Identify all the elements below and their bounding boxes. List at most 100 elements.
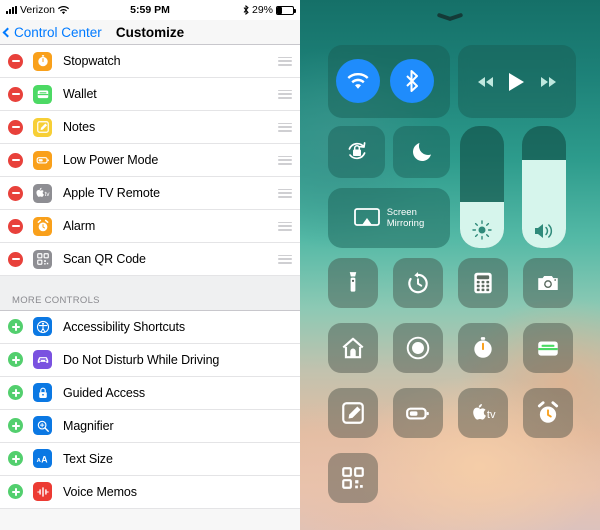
add-control-button[interactable] [8, 352, 23, 367]
rewind-icon[interactable] [477, 76, 494, 88]
control-center-tile-notes[interactable] [328, 388, 378, 438]
status-bar-left: Verizon [6, 4, 70, 16]
settings-pane: Verizon 5:59 PM 29% Control Center Custo… [0, 0, 300, 530]
reorder-handle[interactable] [278, 254, 292, 264]
chevron-left-icon [2, 27, 13, 37]
control-center-tile-screen-record[interactable] [393, 323, 443, 373]
list-item[interactable]: Do Not Disturb While Driving [0, 343, 300, 377]
remove-control-button[interactable] [8, 218, 23, 234]
screen-mirroring-label: Screen Mirroring [386, 207, 425, 229]
remove-control-button[interactable] [8, 86, 23, 102]
notes-icon [340, 400, 366, 426]
wifi-toggle[interactable] [336, 59, 380, 103]
remove-control-button[interactable] [8, 119, 23, 135]
play-icon[interactable] [508, 72, 525, 92]
bluetooth-toggle[interactable] [390, 59, 434, 103]
accessibility-icon [33, 317, 52, 336]
list-item[interactable]: Guided Access [0, 376, 300, 410]
low-power-mode-icon [33, 150, 52, 170]
remove-control-button[interactable] [8, 152, 23, 168]
alarm-icon [33, 216, 52, 236]
control-center-tile-wallet[interactable] [523, 323, 573, 373]
wifi-icon [58, 5, 70, 15]
back-button[interactable]: Control Center [0, 25, 102, 40]
remove-control-button[interactable] [8, 185, 23, 201]
fast-forward-icon[interactable] [540, 76, 557, 88]
list-item-label: Magnifier [63, 418, 114, 433]
control-center-tile-timer[interactable] [393, 258, 443, 308]
remove-control-button[interactable] [8, 251, 23, 267]
included-controls-list: Stopwatch Wallet Notes Low Power Mode tv Appl… [0, 45, 300, 276]
do-not-disturb-toggle[interactable] [393, 126, 450, 178]
home-icon [340, 335, 366, 361]
control-center-pane: Screen Mirroring tv [300, 0, 600, 530]
chevron-down-icon[interactable] [437, 14, 463, 24]
magnifier-icon [33, 416, 52, 435]
volume-icon [533, 222, 555, 240]
reorder-handle[interactable] [278, 56, 292, 66]
reorder-handle[interactable] [278, 89, 292, 99]
control-center-tile-home[interactable] [328, 323, 378, 373]
brightness-slider-fill [460, 201, 504, 248]
list-item-label: Stopwatch [63, 54, 121, 68]
list-item-label: Scan QR Code [63, 252, 146, 266]
reorder-handle[interactable] [278, 188, 292, 198]
list-item[interactable]: Voice Memos [0, 475, 300, 509]
flashlight-icon [340, 270, 366, 296]
screen-mirroring-icon [353, 207, 380, 229]
control-center-tile-apple-tv[interactable]: tv [458, 388, 508, 438]
connectivity-card [328, 45, 450, 118]
list-item[interactable]: Magnifier [0, 409, 300, 443]
brightness-icon [472, 220, 492, 240]
add-control-button[interactable] [8, 451, 23, 466]
add-control-button[interactable] [8, 385, 23, 400]
control-center-tile-camera[interactable] [523, 258, 573, 308]
add-control-button[interactable] [8, 484, 23, 499]
list-item-label: Alarm [63, 219, 96, 233]
screen-record-icon [405, 335, 431, 361]
reorder-handle[interactable] [278, 122, 292, 132]
stopwatch-icon [470, 335, 496, 361]
list-item-label: Voice Memos [63, 484, 137, 499]
control-center-tile-low-power-mode[interactable] [393, 388, 443, 438]
reorder-handle[interactable] [278, 221, 292, 231]
control-center-tile-flashlight[interactable] [328, 258, 378, 308]
list-item[interactable]: Alarm [0, 210, 300, 243]
add-control-button[interactable] [8, 319, 23, 334]
more-controls-list: Accessibility Shortcuts Do Not Disturb Wh… [0, 310, 300, 509]
reorder-handle[interactable] [278, 155, 292, 165]
brightness-slider[interactable] [460, 126, 504, 248]
list-item[interactable]: Scan QR Code [0, 243, 300, 276]
camera-icon [535, 270, 561, 296]
list-item[interactable]: tv Apple TV Remote [0, 177, 300, 210]
control-center-tile-calculator[interactable] [458, 258, 508, 308]
list-item-label: Do Not Disturb While Driving [63, 352, 220, 367]
battery-percent-label: 29% [251, 4, 273, 16]
svg-text:A: A [41, 454, 48, 464]
list-item[interactable]: Wallet [0, 78, 300, 111]
remove-control-button[interactable] [8, 53, 23, 69]
rotation-lock-toggle[interactable] [328, 126, 385, 178]
car-icon [33, 350, 52, 369]
low-power-mode-icon [405, 400, 431, 426]
control-center-tile-alarm[interactable] [523, 388, 573, 438]
battery-icon [276, 5, 296, 15]
add-control-button[interactable] [8, 418, 23, 433]
list-item[interactable]: Accessibility Shortcuts [0, 310, 300, 344]
control-center-tile-qr-code[interactable] [328, 453, 378, 503]
list-item[interactable]: Notes [0, 111, 300, 144]
text-size-icon: AA [33, 449, 52, 468]
control-center-tile-stopwatch[interactable] [458, 323, 508, 373]
wallet-icon [535, 335, 561, 361]
status-bar: Verizon 5:59 PM 29% [0, 0, 300, 20]
list-item[interactable]: Stopwatch [0, 45, 300, 78]
list-item-label: Accessibility Shortcuts [63, 319, 186, 334]
list-item[interactable]: Low Power Mode [0, 144, 300, 177]
cellular-signal-icon [6, 6, 17, 14]
volume-slider-fill [522, 160, 566, 248]
list-item[interactable]: A A Text Size [0, 442, 300, 476]
screen-mirroring-button[interactable]: Screen Mirroring [328, 188, 450, 248]
list-item-label: Wallet [63, 87, 97, 101]
stopwatch-icon [33, 51, 52, 71]
volume-slider[interactable] [522, 126, 566, 248]
